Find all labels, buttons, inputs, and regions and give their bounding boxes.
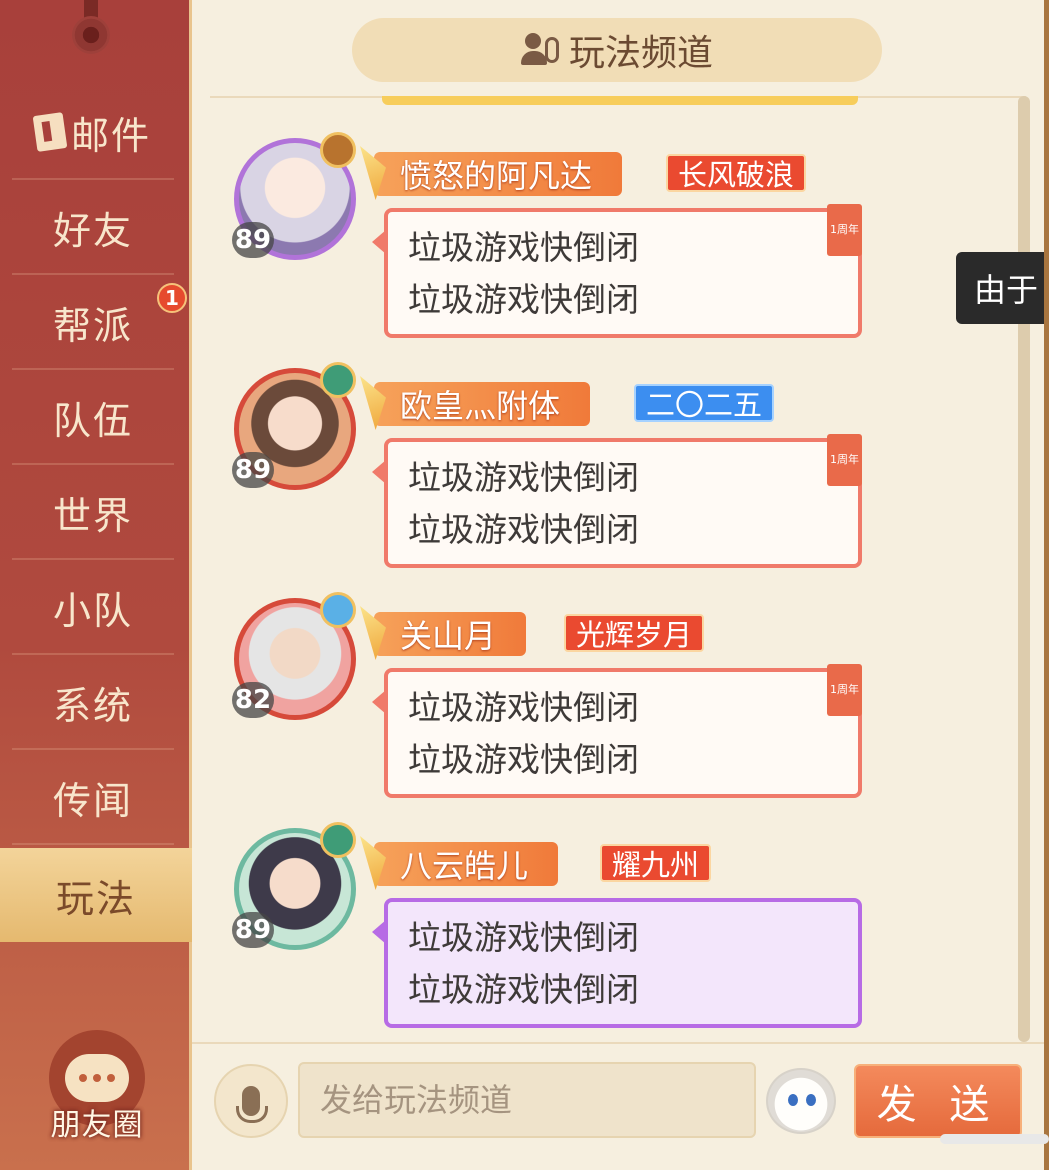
chat-message: 89 八云皓儿 耀九州 垃圾游戏快倒闭 垃圾游戏快倒闭 — [222, 822, 872, 1042]
anniversary-tag: 1周年 — [827, 204, 862, 256]
message-line: 垃圾游戏快倒闭 — [408, 970, 639, 1009]
message-line: 垃圾游戏快倒闭 — [408, 458, 639, 497]
sidebar-item-label: 队伍 — [52, 398, 133, 443]
moments-label: 朋友圈 — [50, 1108, 144, 1143]
player-title-tag: 长风破浪 — [666, 154, 807, 192]
chat-message: 89 欧皇灬附体 二〇二五 1周年 垃圾游戏快倒闭 垃圾游戏快倒闭 — [222, 362, 872, 582]
player-level: 89 — [232, 912, 274, 948]
sidebar-item-label: 传闻 — [52, 778, 133, 823]
tooltip: 由于 — [956, 252, 1049, 324]
sidebar-item-rumors[interactable]: 传闻 — [12, 751, 174, 845]
message-line: 垃圾游戏快倒闭 — [408, 280, 639, 319]
message-line: 垃圾游戏快倒闭 — [408, 228, 639, 267]
sidebar-item-world[interactable]: 世界 — [12, 466, 174, 560]
send-button[interactable]: 发 送 — [854, 1064, 1022, 1138]
sidebar-item-system[interactable]: 系统 — [12, 656, 174, 750]
player-name[interactable]: 愤怒的阿凡达 — [374, 152, 623, 196]
message-line: 垃圾游戏快倒闭 — [408, 510, 639, 549]
player-level: 82 — [232, 682, 274, 718]
message-line: 垃圾游戏快倒闭 — [408, 688, 639, 727]
sidebar-item-label: 玩法 — [55, 876, 136, 921]
sidebar-item-label: 帮派 — [52, 303, 133, 348]
player-name[interactable]: 八云皓儿 — [374, 842, 559, 886]
emoji-button[interactable] — [766, 1068, 836, 1134]
sidebar-item-mail[interactable]: 邮件 — [12, 86, 174, 180]
chat-panel: 玩法频道 89 愤怒的阿凡达 长风破浪 1周年 垃圾游戏快倒闭 垃圾游戏快倒闭 … — [192, 0, 1044, 1170]
player-title-tag: 光辉岁月 — [564, 614, 705, 652]
sidebar-item-guild[interactable]: 帮派 — [12, 276, 174, 370]
sidebar-item-label: 好友 — [52, 208, 133, 253]
pin-decoration — [72, 16, 110, 54]
sidebar-item-label: 邮件 — [70, 113, 151, 158]
player-name[interactable]: 关山月 — [374, 612, 527, 656]
chat-message: 89 愤怒的阿凡达 长风破浪 1周年 垃圾游戏快倒闭 垃圾游戏快倒闭 — [222, 132, 872, 352]
sidebar-item-label: 系统 — [52, 683, 133, 728]
channel-sidebar: 邮件 好友 帮派 队伍 世界 小队 系统 传闻 玩法 1 朋友圈 — [0, 0, 192, 1170]
previous-message-edge — [382, 96, 858, 105]
message-bubble[interactable]: 垃圾游戏快倒闭 垃圾游戏快倒闭 — [372, 898, 862, 1028]
microphone-icon — [236, 1086, 268, 1123]
message-bubble[interactable]: 1周年 垃圾游戏快倒闭 垃圾游戏快倒闭 — [372, 204, 862, 338]
home-indicator[interactable] — [940, 1134, 1049, 1144]
rank-badge-icon — [320, 592, 356, 628]
sidebar-item-team[interactable]: 队伍 — [12, 371, 174, 465]
channel-header: 玩法频道 — [352, 18, 882, 82]
message-bubble[interactable]: 1周年 垃圾游戏快倒闭 垃圾游戏快倒闭 — [372, 434, 862, 568]
anniversary-tag: 1周年 — [827, 434, 862, 486]
sidebar-item-gameplay[interactable]: 玩法 — [0, 848, 192, 942]
message-input[interactable] — [298, 1062, 756, 1138]
channel-title: 玩法频道 — [568, 33, 713, 74]
player-level: 89 — [232, 222, 274, 258]
chat-message: 82 关山月 光辉岁月 1周年 垃圾游戏快倒闭 垃圾游戏快倒闭 — [222, 592, 872, 812]
people-icon — [520, 33, 565, 67]
sidebar-item-friends[interactable]: 好友 — [12, 181, 174, 275]
notification-badge: 1 — [157, 283, 187, 313]
rank-badge-icon — [320, 362, 356, 398]
mail-icon — [32, 112, 68, 152]
player-title-tag: 二〇二五 — [634, 384, 775, 422]
voice-button[interactable] — [214, 1064, 288, 1138]
player-name[interactable]: 欧皇灬附体 — [374, 382, 591, 426]
sidebar-item-squad[interactable]: 小队 — [12, 561, 174, 655]
player-title-tag: 耀九州 — [600, 844, 712, 882]
input-bar: 发 送 — [192, 1042, 1044, 1170]
sidebar-item-label: 小队 — [52, 588, 133, 633]
background-edge — [1044, 0, 1049, 1170]
sidebar-item-label: 世界 — [52, 493, 133, 538]
message-line: 垃圾游戏快倒闭 — [408, 740, 639, 779]
rank-badge-icon — [320, 132, 356, 168]
message-line: 垃圾游戏快倒闭 — [408, 918, 639, 957]
rank-badge-icon — [320, 822, 356, 858]
moments-button[interactable]: 朋友圈 — [38, 1030, 156, 1150]
player-level: 89 — [232, 452, 274, 488]
anniversary-tag: 1周年 — [827, 664, 862, 716]
message-bubble[interactable]: 1周年 垃圾游戏快倒闭 垃圾游戏快倒闭 — [372, 664, 862, 798]
scrollbar-thumb[interactable] — [1018, 96, 1030, 1042]
